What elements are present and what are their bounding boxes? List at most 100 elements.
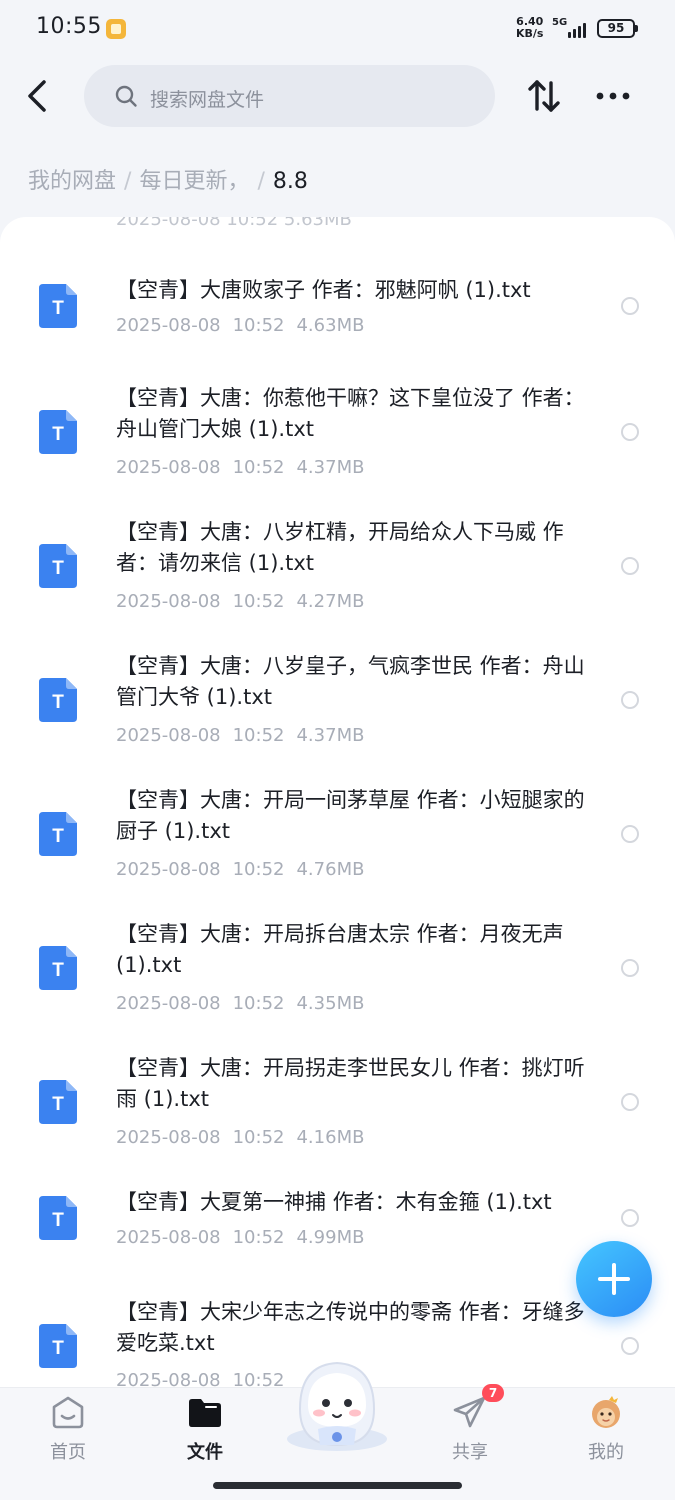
select-checkbox[interactable]: [621, 691, 639, 709]
svg-text:T: T: [52, 424, 64, 445]
breadcrumb-folder[interactable]: 每日更新，: [139, 163, 249, 195]
network-speed: 6.40 KB/s: [516, 16, 543, 40]
file-size: 4.63MB: [296, 315, 365, 336]
txt-file-icon: T: [39, 1324, 77, 1368]
breadcrumb-current: 8.8: [272, 169, 308, 194]
file-time: 10:52: [232, 457, 285, 478]
file-size: 4.76MB: [296, 859, 365, 880]
search-input[interactable]: 搜索网盘文件: [84, 65, 495, 127]
file-time: 10:52: [232, 725, 285, 746]
file-size: 4.99MB: [296, 1227, 365, 1248]
svg-text:T: T: [52, 1338, 64, 1359]
file-name: 【空青】大唐：开局一间茅草屋 作者：小短腿家的厨子 (1).txt: [116, 788, 585, 843]
file-time: 10:52: [232, 315, 285, 336]
add-button[interactable]: [576, 1241, 652, 1317]
file-size: 4.35MB: [296, 993, 365, 1014]
file-size: 4.37MB: [296, 457, 365, 478]
mascot-icon: [287, 1361, 387, 1451]
sort-arrows-icon: [528, 80, 560, 112]
file-meta: 2025-08-08 10:52 4.35MB: [116, 993, 364, 1014]
file-name: 【空青】大唐败家子 作者：邪魅阿帆 (1).txt: [116, 278, 531, 302]
select-checkbox[interactable]: [621, 1209, 639, 1227]
home-icon: [52, 1396, 84, 1429]
file-date: 2025-08-08: [116, 859, 221, 880]
file-meta: 2025-08-08 10:52 4.27MB: [116, 591, 364, 612]
select-checkbox[interactable]: [621, 1093, 639, 1111]
nav-share[interactable]: 共享: [420, 1388, 520, 1468]
svg-text:T: T: [52, 826, 64, 847]
file-meta: 2025-08-08 10:52 4.99MB: [116, 1227, 364, 1248]
assistant-mascot-button[interactable]: [278, 1353, 396, 1453]
file-meta: 2025-08-08 10:52 4.76MB: [116, 859, 364, 880]
paper-plane-icon: [453, 1396, 486, 1428]
txt-file-icon: T: [39, 812, 77, 856]
signal-icon: [566, 20, 590, 38]
battery-icon: 95: [597, 19, 638, 38]
file-list: 2025-08-08 10:52 5.63MB T 【空青】大唐败家子 作者：邪魅…: [0, 217, 675, 1387]
select-checkbox[interactable]: [621, 423, 639, 441]
top-bar: 搜索网盘文件: [0, 60, 675, 140]
file-time: 10:52: [232, 591, 285, 612]
breadcrumb-separator: /: [257, 169, 265, 194]
file-meta: 2025-08-08 10:52 4.16MB: [116, 1127, 364, 1148]
file-meta: 2025-08-08 10:52 4.37MB: [116, 457, 364, 478]
plus-icon: [598, 1263, 630, 1295]
file-time: 10:52: [232, 1370, 285, 1387]
svg-text:T: T: [52, 298, 64, 319]
select-checkbox[interactable]: [621, 1337, 639, 1355]
file-size: 4.37MB: [296, 725, 365, 746]
file-name: 【空青】大唐：开局拐走李世民女儿 作者：挑灯听雨 (1).txt: [116, 1056, 585, 1111]
sort-button[interactable]: [524, 76, 564, 116]
file-meta: 2025-08-08 10:52 4.37MB: [116, 725, 364, 746]
nav-share-label: 共享: [452, 1442, 488, 1463]
search-placeholder: 搜索网盘文件: [150, 89, 265, 111]
txt-file-icon: T: [39, 1080, 77, 1124]
file-size: 4.27MB: [296, 591, 365, 612]
nav-files-label: 文件: [187, 1442, 223, 1463]
back-arrow-icon: [28, 80, 46, 112]
breadcrumb-root[interactable]: 我的网盘: [28, 163, 116, 195]
back-button[interactable]: [18, 74, 58, 118]
txt-file-icon: T: [39, 678, 77, 722]
nav-files[interactable]: 文件: [155, 1388, 255, 1468]
file-date: 2025-08-08: [116, 1227, 221, 1248]
file-date: 2025-08-08: [116, 725, 221, 746]
notification-app-icon: [106, 19, 126, 39]
nav-mine[interactable]: 我的: [556, 1388, 656, 1468]
select-checkbox[interactable]: [621, 557, 639, 575]
file-date: 2025-08-08: [116, 591, 221, 612]
file-meta: 2025-08-08 10:52 4.63MB: [116, 315, 364, 336]
file-date: 2025-08-08: [116, 993, 221, 1014]
more-options-button[interactable]: [592, 76, 634, 116]
breadcrumb-separator: /: [124, 169, 132, 194]
nav-home[interactable]: 首页: [18, 1388, 118, 1468]
svg-text:T: T: [52, 960, 64, 981]
file-name: 【空青】大唐：你惹他干嘛？这下皇位没了 作者：舟山管门大娘 (1).txt: [116, 386, 585, 441]
network-speed-unit: KB/s: [516, 27, 544, 40]
breadcrumb: 我的网盘 / 每日更新， / 8.8: [28, 163, 308, 195]
file-date: 2025-08-08: [116, 1127, 221, 1148]
file-name: 【空青】大唐：八岁皇子，气疯李世民 作者：舟山管门大爷 (1).txt: [116, 654, 585, 709]
txt-file-icon: T: [39, 1196, 77, 1240]
home-indicator: [213, 1482, 462, 1489]
file-meta: 2025-08-08 10:52: [116, 1370, 296, 1387]
select-checkbox[interactable]: [621, 297, 639, 315]
svg-text:T: T: [52, 1210, 64, 1231]
file-date: 2025-08-08: [116, 315, 221, 336]
file-time: 10:52: [232, 1227, 285, 1248]
file-time: 10:52: [232, 993, 285, 1014]
select-checkbox[interactable]: [621, 825, 639, 843]
svg-text:T: T: [52, 558, 64, 579]
folder-icon: [189, 1399, 221, 1427]
nav-home-label: 首页: [50, 1442, 86, 1463]
file-time: 10:52: [232, 1127, 285, 1148]
txt-file-icon: T: [39, 410, 77, 454]
svg-text:T: T: [52, 1094, 64, 1115]
txt-file-icon: T: [39, 544, 77, 588]
more-dots-icon: [596, 92, 630, 100]
file-name: 【空青】大宋少年志之传说中的零斋 作者：牙缝多爱吃菜.txt: [116, 1300, 585, 1355]
network-type: 5G: [552, 17, 568, 28]
status-time: 10:55: [36, 14, 102, 39]
file-date: 2025-08-08: [116, 457, 221, 478]
select-checkbox[interactable]: [621, 959, 639, 977]
